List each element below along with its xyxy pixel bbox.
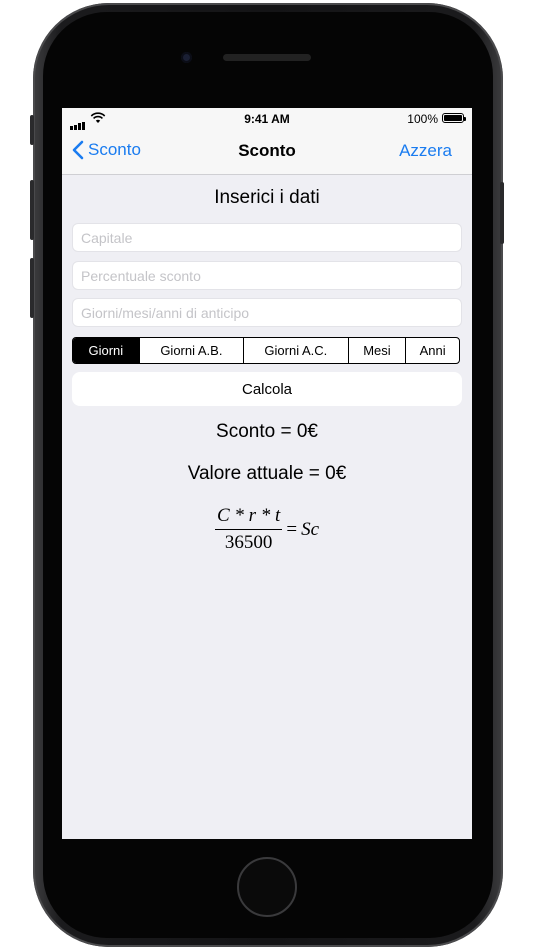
sconto-result: Sconto = 0€: [216, 421, 318, 442]
battery-fill: [444, 115, 462, 121]
power-button: [500, 182, 504, 244]
segment-giorni-ab[interactable]: Giorni A.B.: [138, 338, 243, 363]
percentuale-field-container: [72, 261, 462, 290]
battery-icon: [442, 113, 466, 123]
reset-button[interactable]: Azzera: [399, 141, 452, 161]
formula-numerator: C * r * t: [216, 505, 281, 526]
calcola-button[interactable]: Calcola: [72, 372, 462, 406]
capitale-field-container: [72, 223, 462, 252]
screen: 9:41 AM 100% Sconto Sconto Azzera Inseri…: [62, 108, 472, 839]
formula-fraction: C * r * t 36500: [214, 505, 283, 554]
formula-denominator: 36500: [224, 532, 273, 553]
earpiece-speaker: [223, 54, 311, 61]
segment-giorni-ac[interactable]: Giorni A.C.: [243, 338, 347, 363]
formula: C * r * t 36500 = Sc: [62, 505, 472, 554]
segment-anni[interactable]: Anni: [405, 338, 459, 363]
formula-rhs: Sc: [301, 518, 319, 540]
front-camera: [181, 52, 192, 63]
formula-equals: =: [286, 518, 298, 540]
giorni-anticipo-input[interactable]: [73, 299, 461, 326]
valore-attuale-result: Valore attuale = 0€: [187, 463, 347, 484]
segment-giorni[interactable]: Giorni: [73, 338, 139, 363]
home-button[interactable]: [237, 857, 297, 917]
capitale-input[interactable]: [73, 224, 461, 251]
giorni-field-container: [72, 298, 462, 327]
percentuale-sconto-input[interactable]: [73, 262, 461, 289]
segment-mesi[interactable]: Mesi: [347, 338, 406, 363]
status-bar: 9:41 AM 100%: [62, 108, 472, 130]
mute-switch: [30, 115, 34, 145]
battery-percent: 100%: [407, 112, 438, 126]
volume-down-button: [30, 258, 34, 318]
time-unit-segmented-control: Giorni Giorni A.B. Giorni A.C. Mesi Anni: [72, 337, 460, 364]
volume-up-button: [30, 180, 34, 240]
navigation-bar: Sconto Sconto Azzera: [62, 130, 472, 175]
form-title: Inserici i dati: [214, 187, 320, 208]
